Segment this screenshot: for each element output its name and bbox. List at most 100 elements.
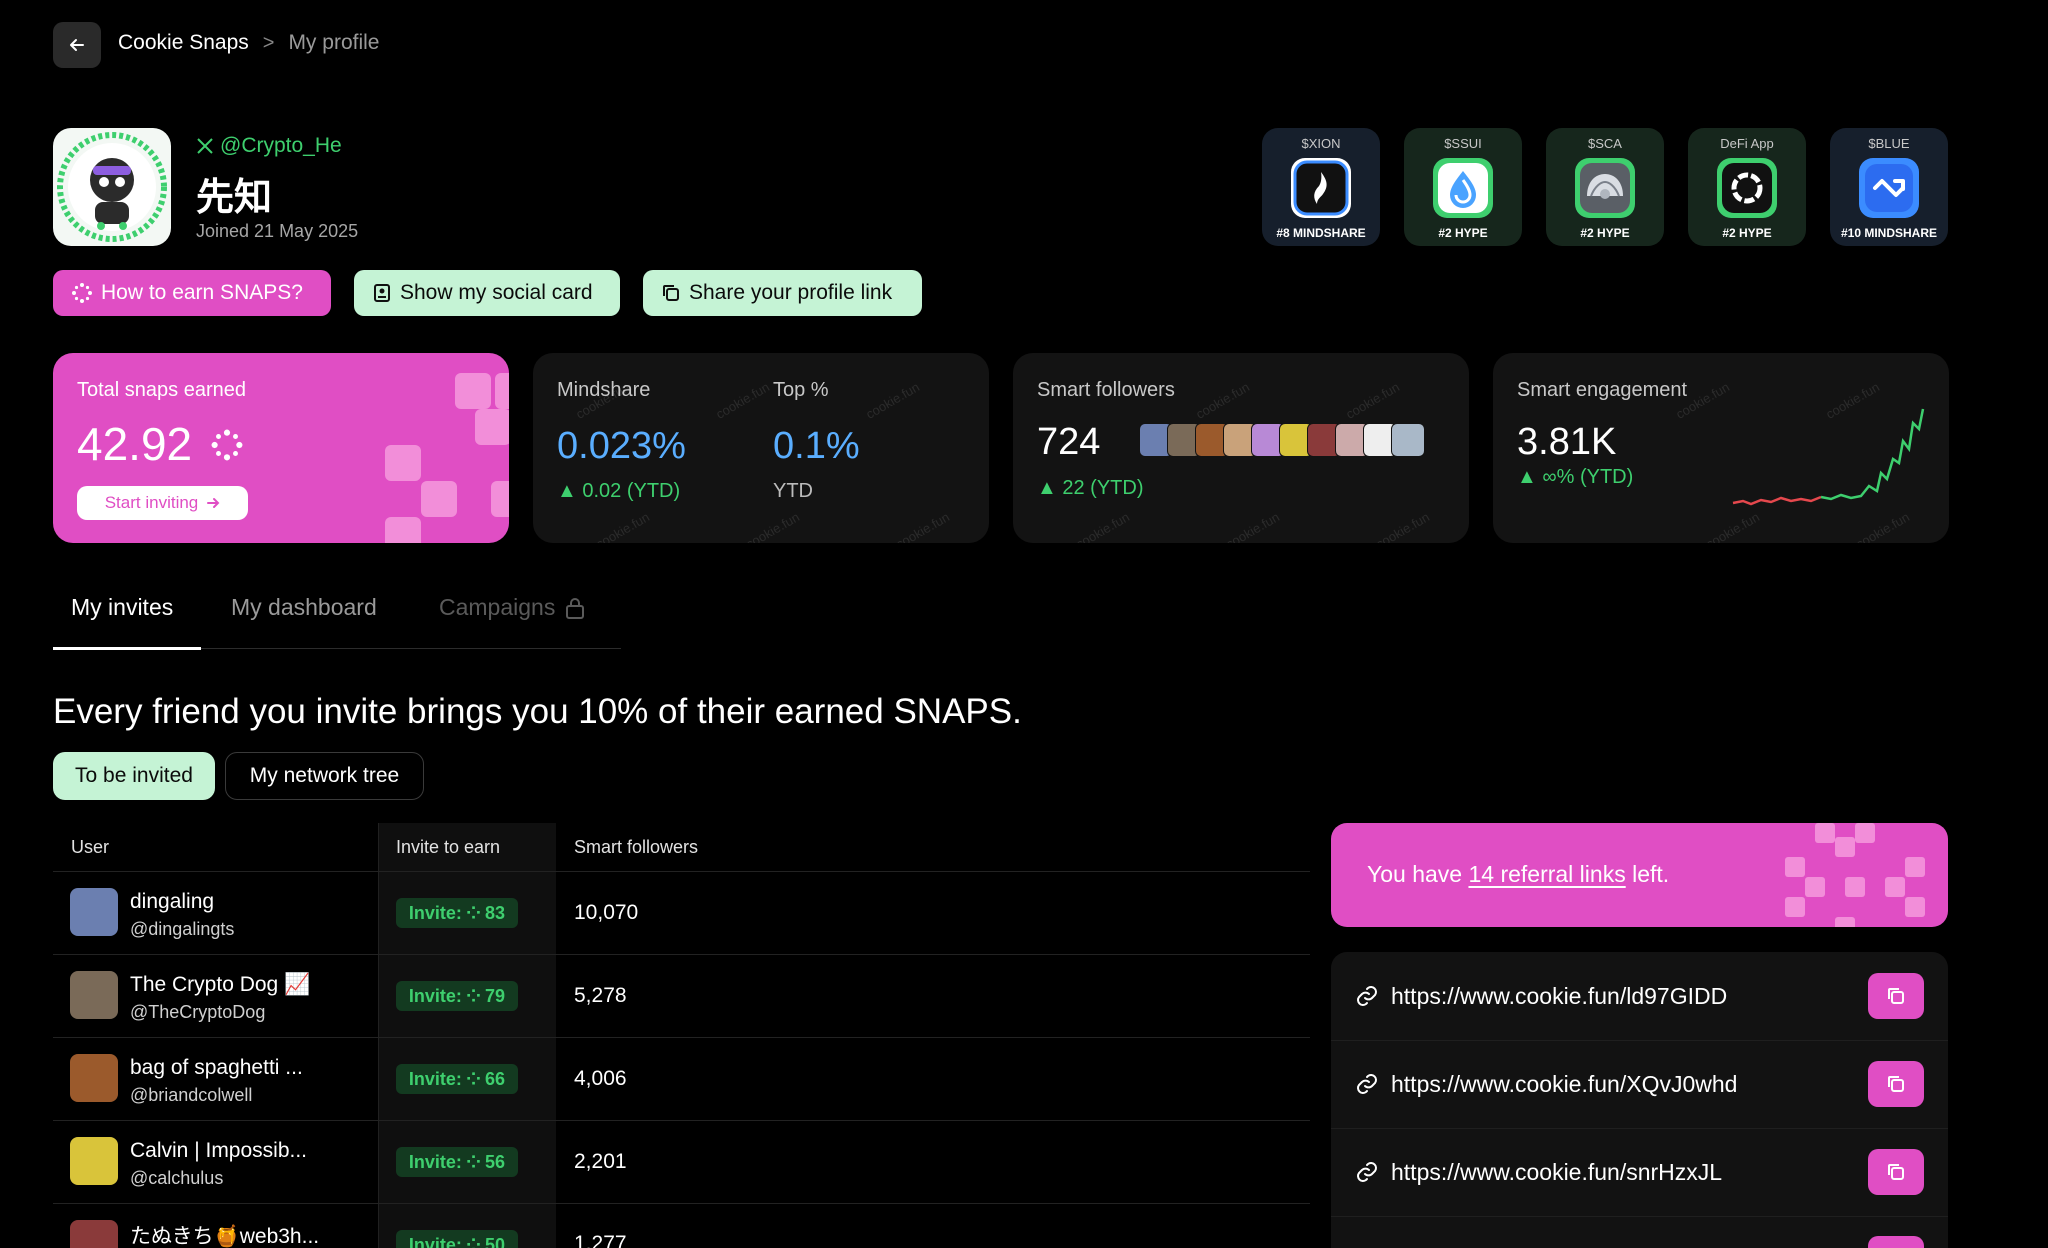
start-inviting-button[interactable]: Start inviting: [77, 486, 248, 520]
badge-xion[interactable]: $XION #8 MINDSHARE: [1262, 128, 1380, 246]
user-name: dingaling: [130, 890, 215, 913]
referral-url[interactable]: https://www.cookie.fun/XQvJ0whd: [1391, 1071, 1737, 1098]
user-name: The Crypto Dog 📈: [130, 973, 311, 996]
snaps-value: 42.92: [77, 418, 193, 470]
social-card-button[interactable]: Show my social card: [354, 270, 620, 316]
copy-icon: [1888, 1076, 1904, 1092]
tab-my-dashboard[interactable]: My dashboard: [231, 594, 377, 621]
referral-prefix: You have: [1367, 861, 1469, 887]
badge-rank: #2 HYPE: [1722, 226, 1772, 240]
smart-followers-change-text: 22 (YTD): [1062, 477, 1144, 499]
badge-rank: #8 MINDSHARE: [1276, 226, 1366, 240]
watermark: cookie.fun: [713, 379, 773, 422]
copy-icon: [1888, 1164, 1904, 1180]
snaps-icon: [211, 429, 243, 461]
tab-my-invites[interactable]: My invites: [71, 594, 173, 621]
invite-button[interactable]: Invite: ⁘ 56: [396, 1147, 518, 1177]
invite-prefix: Invite:: [408, 902, 462, 923]
invite-amount: 79: [485, 985, 506, 1006]
smart-followers-count: 10,070: [574, 901, 639, 924]
badge-ssui[interactable]: $SSUI #2 HYPE: [1404, 128, 1522, 246]
top-percent-value: 0.1%: [773, 425, 860, 467]
tab-active-indicator: [53, 647, 201, 650]
share-profile-label: Share your profile link: [689, 281, 893, 304]
header-invite: Invite to earn: [396, 837, 501, 857]
smart-followers-count: 4,006: [574, 1067, 627, 1090]
user-name: Calvin | Impossib...: [130, 1139, 308, 1162]
invite-button[interactable]: Invite: ⁘ 66: [396, 1064, 518, 1094]
invite-prefix: Invite:: [408, 1068, 462, 1089]
invite-prefix: Invite:: [408, 985, 462, 1006]
invite-button[interactable]: Invite: ⁘ 50: [396, 1230, 518, 1248]
tab-campaigns[interactable]: Campaigns: [439, 594, 585, 621]
snaps-card: Total snaps earned 42.92 Start inviting: [53, 353, 509, 543]
badge-rank: #2 HYPE: [1580, 226, 1630, 240]
smart-followers-value: 724: [1037, 421, 1101, 463]
segment-to-be-invited[interactable]: To be invited: [53, 752, 215, 800]
invite-amount: 66: [485, 1068, 506, 1089]
referral-url[interactable]: https://www.cookie.fun/ld97GIDD: [1391, 983, 1727, 1010]
row-divider: [53, 1203, 1310, 1204]
link-icon: [1357, 1074, 1377, 1094]
top-percent-period: YTD: [773, 480, 813, 502]
breadcrumb-separator: >: [262, 31, 275, 54]
watermark: cookie.fun: [743, 509, 803, 543]
breadcrumb-current: My profile: [288, 31, 380, 54]
follower-avatars[interactable]: [1139, 423, 1425, 457]
watermark: cookie.fun: [1193, 379, 1253, 422]
how-to-earn-button[interactable]: How to earn SNAPS?: [53, 270, 331, 316]
badge-symbol: $BLUE: [1868, 136, 1910, 151]
badge-defi-app[interactable]: DeFi App #2 HYPE: [1688, 128, 1806, 246]
mindshare-change: ▲ 0.02 (YTD): [557, 480, 681, 502]
mindshare-card: cookie.fun cookie.fun cookie.fun cookie.…: [533, 353, 989, 543]
sui-drop-icon: [1433, 158, 1493, 218]
referral-link-row: https://www.cookie.fun/snrHzxJL: [1331, 1128, 1948, 1216]
referral-url[interactable]: https://www.cookie.fun/snrHzxJL: [1391, 1159, 1722, 1186]
badge-sca[interactable]: $SCA #2 HYPE: [1546, 128, 1664, 246]
smart-engagement-label: Smart engagement: [1517, 379, 1688, 401]
snaps-icon: [72, 283, 92, 303]
link-icon: [1357, 986, 1377, 1006]
user-avatar: [70, 888, 118, 936]
smart-followers-count: 5,278: [574, 984, 627, 1007]
invite-button[interactable]: Invite: ⁘ 83: [396, 898, 518, 928]
profile-name: 先知: [196, 177, 273, 219]
ring-icon: [1717, 158, 1777, 218]
copy-link-button[interactable]: [1868, 1061, 1924, 1107]
row-divider: [1331, 1216, 1948, 1217]
badge-blue[interactable]: $BLUE #10 MINDSHARE: [1830, 128, 1948, 246]
invite-button[interactable]: Invite: ⁘ 79: [396, 981, 518, 1011]
smart-followers-count: 2,201: [574, 1150, 627, 1173]
lock-icon: [566, 597, 585, 619]
segment-network-tree[interactable]: My network tree: [225, 752, 424, 800]
xion-icon: [1291, 158, 1351, 218]
shell-icon: [1575, 158, 1635, 218]
header-user: User: [71, 837, 110, 857]
share-profile-button[interactable]: Share your profile link: [643, 270, 922, 316]
row-divider: [53, 1120, 1310, 1121]
back-button[interactable]: [53, 22, 101, 68]
copy-link-button[interactable]: [1868, 1236, 1924, 1248]
engagement-sparkline: [1732, 408, 1925, 506]
copy-link-button[interactable]: [1868, 1149, 1924, 1195]
arrow-right-icon: [207, 498, 220, 508]
bluefin-icon: [1859, 158, 1919, 218]
referral-count-link[interactable]: 14 referral links: [1468, 861, 1625, 887]
snaps-icon: ⁘: [465, 985, 482, 1006]
user-handle: @dingalingts: [130, 919, 235, 939]
smart-engagement-value: 3.81K: [1517, 421, 1617, 463]
copy-icon: [1888, 988, 1904, 1004]
badge-rank: #2 HYPE: [1438, 226, 1488, 240]
how-to-earn-label: How to earn SNAPS?: [101, 281, 303, 304]
smart-followers-card: cookie.fun cookie.fun cookie.fun cookie.…: [1013, 353, 1469, 543]
column-divider: [378, 823, 379, 1248]
referral-count-text: You have 14 referral links left.: [1367, 861, 1669, 888]
x-handle[interactable]: @Crypto_He: [196, 134, 342, 158]
smart-followers-change: ▲ 22 (YTD): [1037, 477, 1144, 499]
user-avatar: [70, 971, 118, 1019]
breadcrumb-app[interactable]: Cookie Snaps: [118, 31, 249, 55]
copy-link-button[interactable]: [1868, 973, 1924, 1019]
snaps-icon: ⁘: [465, 1068, 482, 1089]
copy-icon: [663, 285, 679, 301]
watermark: cookie.fun: [1373, 509, 1433, 543]
